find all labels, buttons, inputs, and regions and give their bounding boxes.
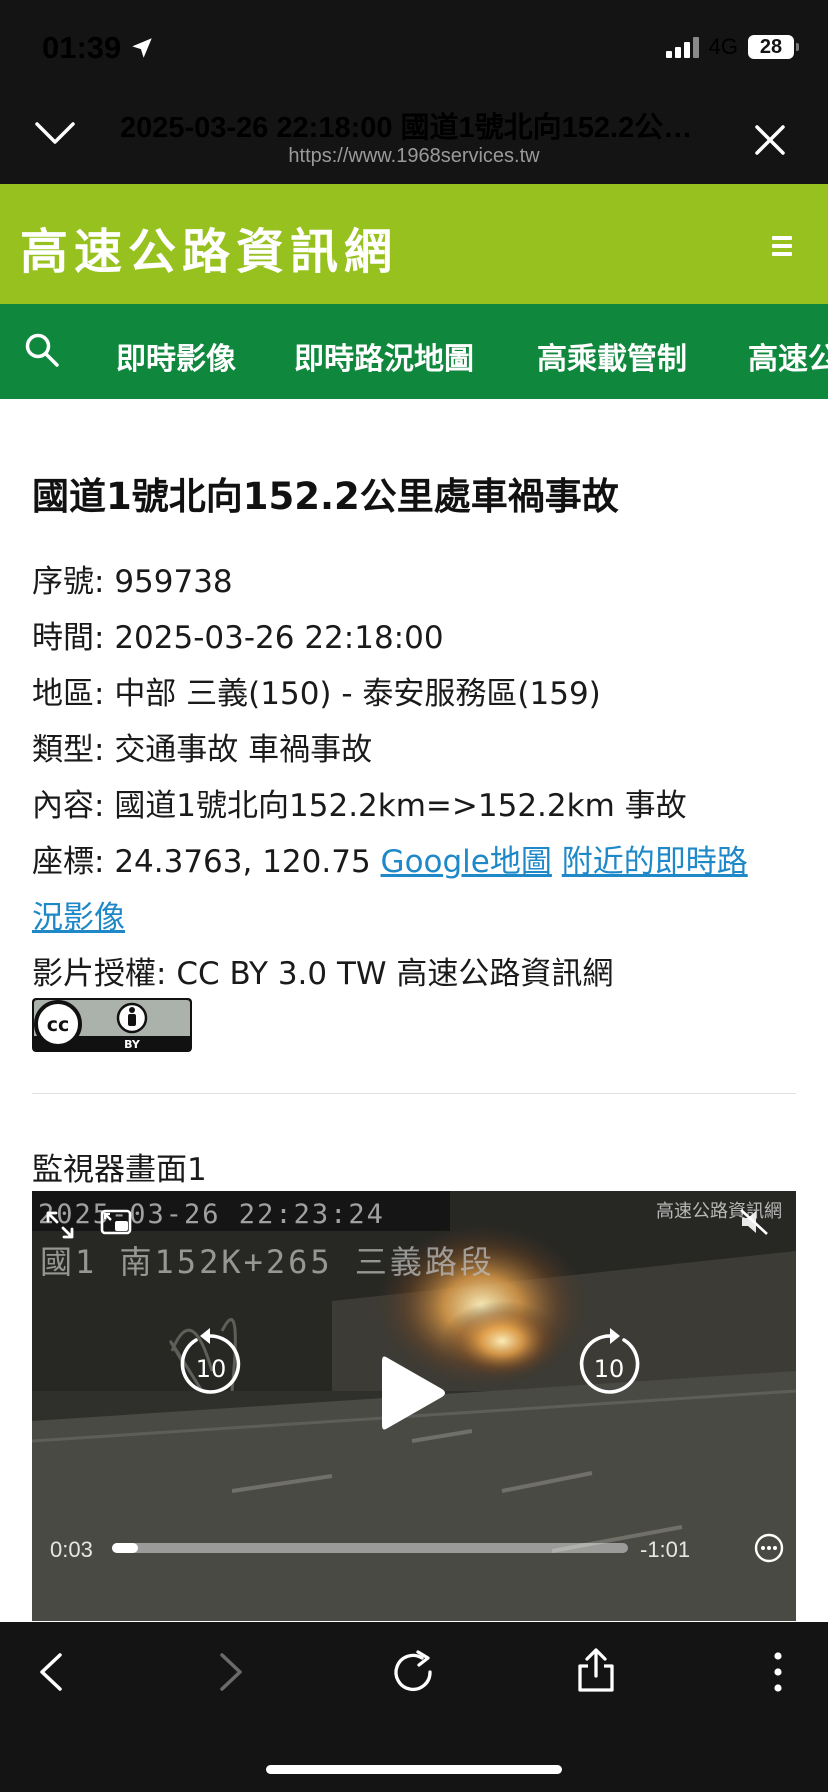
cc-by-icon: cc BY (34, 1000, 190, 1051)
nearby-cams-link[interactable]: 附近的即時路 (562, 844, 748, 880)
content-label: 內容: (32, 788, 105, 824)
camera-osd-location: 國1 南152K+265 三義路段 (40, 1243, 495, 1281)
serial-value: 959738 (114, 564, 233, 600)
status-indicators: 4G 28 (665, 34, 799, 60)
nav-item-traffic-map[interactable]: 即時路況地圖 (294, 334, 474, 378)
area-value: 中部 三義(150) - 泰安服務區(159) (114, 676, 601, 712)
skip-back-text: 10 (196, 1355, 227, 1383)
area-row: 地區: 中部 三義(150) - 泰安服務區(159) (32, 668, 601, 713)
by-text: BY (124, 1038, 141, 1051)
type-row: 類型: 交通事故 車禍事故 (32, 724, 372, 769)
camera-osd-datetime: 2025-03-26 22:23:24 (38, 1199, 385, 1230)
time-elapsed: 0:03 (50, 1537, 93, 1562)
fullscreen-icon[interactable] (46, 1211, 74, 1239)
coord-label: 座標: (32, 844, 105, 880)
network-label: 4G (708, 34, 738, 59)
coord-row: 座標: 24.3763, 120.75 Google地圖 附近的即時路 (32, 836, 748, 881)
nav-item-highway[interactable]: 高速公 (748, 334, 828, 378)
google-map-link[interactable]: Google地圖 (381, 844, 552, 880)
close-icon[interactable] (754, 124, 786, 156)
coord-row-wrap: 況影像 (32, 892, 125, 937)
camera-label: 監視器畫面1 (32, 1152, 207, 1188)
browser-url: https://www.1968services.tw (288, 145, 540, 167)
skip-back-10-icon[interactable]: 10 (170, 1326, 250, 1406)
cc-by-license-badge[interactable]: cc BY (32, 998, 192, 1052)
coord-value: 24.3763, 120.75 (114, 844, 371, 880)
video-player[interactable]: 2025-03-26 22:23:24 國1 南152K+265 三義路段 高速… (32, 1191, 796, 1621)
skip-forward-text: 10 (594, 1355, 625, 1383)
content-value: 國道1號北向152.2km=>152.2km 事故 (114, 788, 687, 824)
time-row: 時間: 2025-03-26 22:18:00 (32, 612, 444, 657)
nearby-cams-link-cont[interactable]: 況影像 (32, 900, 125, 936)
battery-icon: 28 (748, 35, 799, 59)
more-options-icon[interactable] (754, 1533, 784, 1563)
chevron-down-icon[interactable] (34, 120, 76, 146)
article-title: 國道1號北向152.2公里處車禍事故 (32, 475, 619, 518)
serial-row: 序號: 959738 (32, 556, 233, 601)
type-label: 類型: (32, 732, 105, 768)
status-time: 01:39 (42, 30, 155, 66)
location-arrow-icon (132, 38, 153, 58)
area-label: 地區: (32, 676, 105, 712)
home-indicator[interactable] (266, 1765, 562, 1774)
video-progress-fill (112, 1543, 138, 1553)
skip-forward-10-icon[interactable]: 10 (570, 1326, 650, 1406)
back-arrow-icon[interactable] (36, 1652, 66, 1692)
nav-item-live-video[interactable]: 即時影像 (116, 334, 236, 378)
more-menu-icon[interactable] (768, 1650, 788, 1694)
mute-icon[interactable] (738, 1207, 770, 1237)
site-title[interactable]: 高速公路資訊網 (20, 212, 398, 282)
serial-label: 序號: (32, 564, 105, 600)
search-icon[interactable] (24, 332, 60, 368)
status-time-text: 01:39 (42, 30, 122, 65)
signal-icon (665, 36, 699, 58)
hamburger-menu-icon[interactable] (772, 236, 792, 256)
section-divider (32, 1093, 796, 1094)
share-icon[interactable] (574, 1646, 618, 1694)
content-row: 內容: 國道1號北向152.2km=>152.2km 事故 (32, 780, 687, 825)
picture-in-picture-icon[interactable] (100, 1209, 132, 1237)
play-icon[interactable] (376, 1351, 450, 1435)
license-value: CC BY 3.0 TW 高速公路資訊網 (176, 956, 614, 992)
nav-item-hov-control[interactable]: 高乘載管制 (537, 334, 687, 378)
time-value: 2025-03-26 22:18:00 (114, 620, 444, 656)
license-label: 影片授權: (32, 956, 167, 992)
cc-text: cc (47, 1014, 70, 1036)
video-progress-bar[interactable] (112, 1543, 628, 1553)
time-label: 時間: (32, 620, 105, 656)
forward-arrow-icon[interactable] (216, 1652, 246, 1692)
reload-icon[interactable] (392, 1650, 436, 1694)
license-row: 影片授權: CC BY 3.0 TW 高速公路資訊網 (32, 948, 613, 993)
type-value: 交通事故 車禍事故 (114, 732, 373, 768)
browser-page-title: 2025-03-26 22:18:00 國道1號北向152.2公里處車禍事故 (120, 112, 720, 144)
time-remaining: -1:01 (640, 1537, 691, 1562)
